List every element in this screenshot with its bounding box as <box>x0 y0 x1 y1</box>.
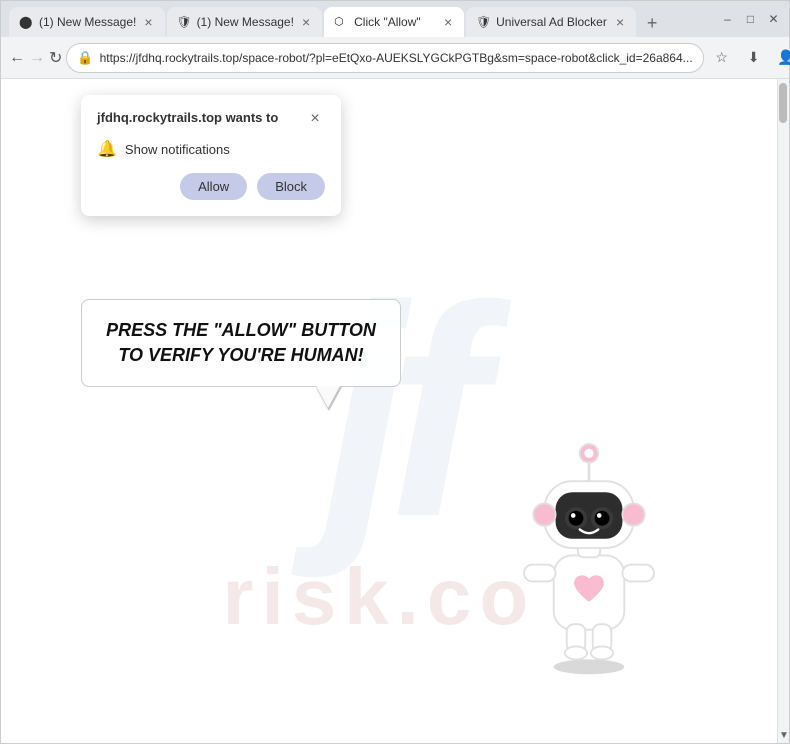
tab-3-close[interactable]: × <box>442 12 454 32</box>
scrollbar[interactable]: ▲ ▼ <box>777 79 789 743</box>
popup-header: jfdhq.rockytrails.top wants to × <box>97 109 325 129</box>
tab-1-title: (1) New Message! <box>39 15 136 29</box>
maximize-button[interactable]: □ <box>743 12 758 27</box>
bell-icon: 🔔 <box>97 139 117 159</box>
download-button[interactable]: ⬇ <box>740 44 768 72</box>
robot-illustration <box>489 418 689 683</box>
tab-4-title: Universal Ad Blocker <box>496 15 608 29</box>
watermark-jf: jf <box>323 238 466 584</box>
tab-3[interactable]: ⬡ Click "Allow" × <box>324 7 464 37</box>
speech-bubble: PRESS THE "ALLOW" BUTTON TO VERIFY YOU'R… <box>81 299 401 387</box>
tab-1-favicon: ⬤ <box>19 15 33 29</box>
tab-3-title: Click "Allow" <box>354 15 436 29</box>
address-bar-row: ← → ↻ 🔒 https://jfdhq.rockytrails.top/sp… <box>1 37 789 79</box>
back-button[interactable]: ← <box>9 44 25 72</box>
tab-2-close[interactable]: × <box>300 12 312 32</box>
address-bar[interactable]: 🔒 https://jfdhq.rockytrails.top/space-ro… <box>66 43 703 73</box>
lock-icon: 🔒 <box>77 50 93 66</box>
tab-4-favicon: 🛡 <box>476 15 490 29</box>
allow-button[interactable]: Allow <box>180 173 247 200</box>
bookmark-star-button[interactable]: ☆ <box>708 44 736 72</box>
popup-close-button[interactable]: × <box>305 109 325 129</box>
notification-row: 🔔 Show notifications <box>97 139 325 159</box>
profile-button[interactable]: 👤 <box>772 44 790 72</box>
title-bar: ⬤ (1) New Message! × 🛡 (1) New Message! … <box>1 1 789 37</box>
tab-2[interactable]: 🛡 (1) New Message! × <box>167 7 323 37</box>
scroll-down-button[interactable]: ▼ <box>778 727 789 743</box>
tab-3-favicon: ⬡ <box>334 15 348 29</box>
page-content: jf risk.co jfdhq.rockytrails.top wants t… <box>1 79 789 743</box>
browser-window: ⬤ (1) New Message! × 🛡 (1) New Message! … <box>0 0 790 744</box>
tab-4-close[interactable]: × <box>614 12 626 32</box>
bubble-text: PRESS THE "ALLOW" BUTTON TO VERIFY YOU'R… <box>106 320 376 365</box>
toolbar-icons: ☆ ⬇ 👤 ⋮ <box>708 44 790 72</box>
robot-svg <box>489 418 689 678</box>
reload-button[interactable]: ↻ <box>49 44 62 72</box>
tab-1-close[interactable]: × <box>142 12 154 32</box>
new-tab-button[interactable]: + <box>638 9 666 37</box>
tab-4[interactable]: 🛡 Universal Ad Blocker × <box>466 7 636 37</box>
permission-popup: jfdhq.rockytrails.top wants to × 🔔 Show … <box>81 95 341 216</box>
close-button[interactable]: ✕ <box>766 12 781 27</box>
tab-2-favicon: 🛡 <box>177 15 191 29</box>
block-button[interactable]: Block <box>257 173 325 200</box>
tab-1[interactable]: ⬤ (1) New Message! × <box>9 7 165 37</box>
tab-2-title: (1) New Message! <box>197 15 294 29</box>
popup-buttons: Allow Block <box>97 173 325 200</box>
scrollbar-thumb[interactable] <box>779 83 787 123</box>
popup-title: jfdhq.rockytrails.top wants to <box>97 109 278 127</box>
url-text: https://jfdhq.rockytrails.top/space-robo… <box>100 51 693 65</box>
tab-strip: ⬤ (1) New Message! × 🛡 (1) New Message! … <box>9 1 712 37</box>
notification-label: Show notifications <box>125 142 230 157</box>
minimize-button[interactable]: – <box>720 12 735 27</box>
speech-area: PRESS THE "ALLOW" BUTTON TO VERIFY YOU'R… <box>81 299 401 387</box>
window-controls: – □ ✕ <box>712 12 781 27</box>
forward-button[interactable]: → <box>29 44 45 72</box>
